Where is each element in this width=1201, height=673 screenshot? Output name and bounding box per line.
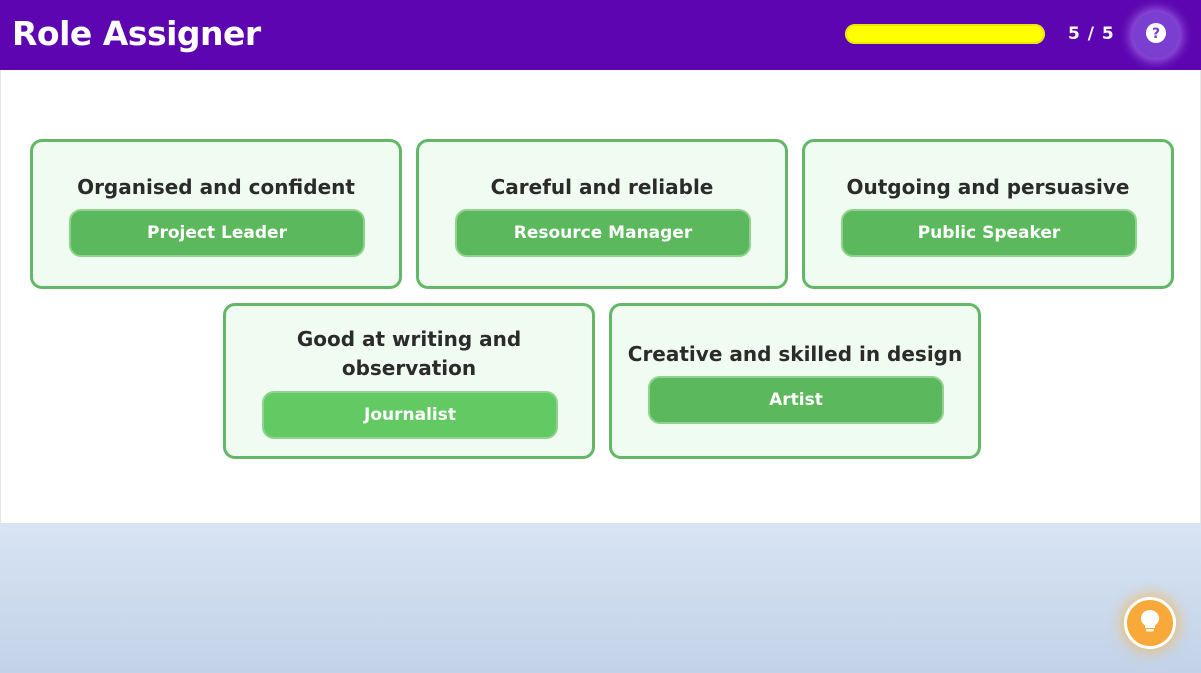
question-mark-icon: ?	[1145, 22, 1167, 48]
role-button-resource-manager[interactable]: Resource Manager	[455, 209, 751, 257]
trait-label: Creative and skilled in design	[627, 342, 963, 366]
trait-label: Organised and confident	[77, 175, 355, 199]
trait-label: Outgoing and persuasive	[846, 175, 1130, 199]
role-card-3: Outgoing and persuasive Public Speaker	[802, 139, 1174, 289]
role-button-public-speaker[interactable]: Public Speaker	[841, 209, 1137, 257]
role-button-artist[interactable]: Artist	[648, 376, 944, 424]
progress-counter: 5 / 5	[1068, 24, 1115, 44]
progress-fill	[845, 24, 1045, 44]
card-area: Organised and confident Project Leader C…	[0, 70, 1201, 523]
svg-text:?: ?	[1152, 26, 1160, 42]
header-bar: Role Assigner 5 / 5 ?	[0, 0, 1201, 70]
footer-panel	[0, 523, 1201, 673]
role-card-2: Careful and reliable Resource Manager	[416, 139, 788, 289]
help-button[interactable]: ?	[1133, 12, 1179, 58]
app-title: Role Assigner	[12, 14, 261, 53]
role-button-project-leader[interactable]: Project Leader	[69, 209, 365, 257]
trait-label: Good at writing and observation	[296, 327, 522, 380]
role-button-journalist[interactable]: Journalist	[262, 391, 558, 439]
trait-label: Careful and reliable	[490, 175, 714, 199]
hint-button[interactable]	[1124, 597, 1176, 649]
lightbulb-icon	[1138, 608, 1162, 638]
role-card-5: Creative and skilled in design Artist	[609, 303, 981, 459]
progress-bar	[845, 24, 1045, 44]
role-card-1: Organised and confident Project Leader	[30, 139, 402, 289]
role-card-4: Good at writing and observation Journali…	[223, 303, 595, 459]
